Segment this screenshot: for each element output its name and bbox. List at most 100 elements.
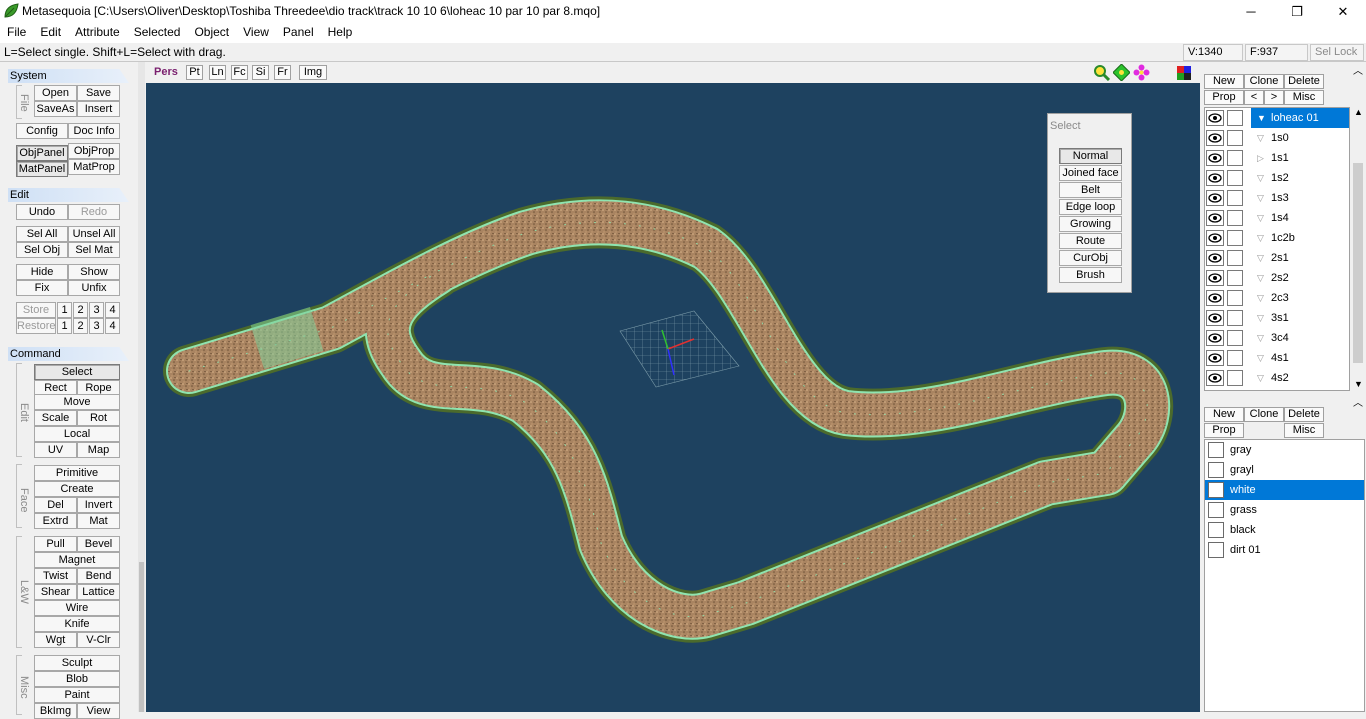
lock-toggle[interactable] xyxy=(1227,250,1243,266)
lock-toggle[interactable] xyxy=(1227,190,1243,206)
material-row[interactable]: dirt 01 xyxy=(1205,540,1364,560)
eye-icon[interactable] xyxy=(1206,330,1224,346)
uv-button[interactable]: UV xyxy=(34,442,77,458)
eye-icon[interactable] xyxy=(1206,170,1224,186)
zoom-icon[interactable] xyxy=(1093,64,1111,84)
primitive-button[interactable]: Primitive xyxy=(34,465,120,481)
eye-icon[interactable] xyxy=(1206,310,1224,326)
store-slot-3[interactable]: 3 xyxy=(89,302,104,318)
blob-button[interactable]: Blob xyxy=(34,671,120,687)
object-row[interactable]: ▽ 1s0 xyxy=(1205,128,1349,148)
fix-button[interactable]: Fix xyxy=(16,280,68,296)
material-row[interactable]: grayl xyxy=(1205,460,1364,480)
bend-button[interactable]: Bend xyxy=(77,568,120,584)
material-row[interactable]: gray xyxy=(1205,440,1364,460)
lock-toggle[interactable] xyxy=(1227,290,1243,306)
wire-button[interactable]: Wire xyxy=(34,600,120,616)
3d-viewport[interactable] xyxy=(146,83,1200,712)
object-row[interactable]: ▽ 2c3 xyxy=(1205,288,1349,308)
material-misc-button[interactable]: Misc xyxy=(1284,423,1324,438)
select-joined-face-button[interactable]: Joined face xyxy=(1059,165,1122,181)
toggle-faces-button[interactable]: Fc xyxy=(231,65,248,80)
race-track-mesh[interactable] xyxy=(163,196,1174,643)
object-row[interactable]: ▽ 1s3 xyxy=(1205,188,1349,208)
triangle-down-outline-icon[interactable]: ▽ xyxy=(1257,128,1264,148)
local-button[interactable]: Local xyxy=(34,426,120,442)
toggle-silhouette-button[interactable]: Si xyxy=(252,65,269,80)
close-button[interactable]: ✕ xyxy=(1320,0,1366,23)
select-belt-button[interactable]: Belt xyxy=(1059,182,1122,198)
triangle-down-icon[interactable]: ▼ xyxy=(1257,108,1266,128)
invert-button[interactable]: Invert xyxy=(77,497,120,513)
objpanel-button[interactable]: ObjPanel xyxy=(16,145,68,161)
hide-button[interactable]: Hide xyxy=(16,264,68,280)
objprop-button[interactable]: ObjProp xyxy=(68,143,120,159)
rotate-view-icon[interactable] xyxy=(1133,64,1150,84)
triangle-down-outline-icon[interactable]: ▽ xyxy=(1257,288,1264,308)
material-row[interactable]: white xyxy=(1205,480,1364,500)
menu-attribute[interactable]: Attribute xyxy=(68,23,127,39)
eye-icon[interactable] xyxy=(1206,370,1224,386)
triangle-down-outline-icon[interactable]: ▽ xyxy=(1257,308,1264,328)
shear-button[interactable]: Shear xyxy=(34,584,77,600)
toggle-lines-button[interactable]: Ln xyxy=(209,65,226,80)
lock-toggle[interactable] xyxy=(1227,130,1243,146)
scale-button[interactable]: Scale xyxy=(34,410,77,426)
knife-button[interactable]: Knife xyxy=(34,616,120,632)
select-normal-button[interactable]: Normal xyxy=(1059,148,1122,164)
object-row[interactable]: ▽ 4s1 xyxy=(1205,348,1349,368)
store-slot-1[interactable]: 1 xyxy=(57,302,72,318)
perspective-label[interactable]: Pers xyxy=(154,66,178,78)
color-settings-icon[interactable] xyxy=(1177,66,1191,83)
menu-selected[interactable]: Selected xyxy=(127,23,188,39)
eye-icon[interactable] xyxy=(1206,230,1224,246)
object-row[interactable]: ▽ 1c2b xyxy=(1205,228,1349,248)
triangle-down-outline-icon[interactable]: ▽ xyxy=(1257,208,1264,228)
maximize-button[interactable]: ❐ xyxy=(1274,0,1320,23)
store-slot-2[interactable]: 2 xyxy=(73,302,88,318)
new-material-button[interactable]: New xyxy=(1204,407,1244,422)
triangle-down-outline-icon[interactable]: ▽ xyxy=(1257,368,1264,388)
new-object-button[interactable]: New xyxy=(1204,74,1244,89)
menu-file[interactable]: File xyxy=(0,23,33,39)
select-all-button[interactable]: Sel All xyxy=(16,226,68,242)
store-slot-4[interactable]: 4 xyxy=(105,302,120,318)
object-row[interactable]: ▽ 4s2 xyxy=(1205,368,1349,388)
lock-toggle[interactable] xyxy=(1227,210,1243,226)
vertex-color-button[interactable]: V-Clr xyxy=(77,632,120,648)
magnet-button[interactable]: Magnet xyxy=(34,552,120,568)
select-curobj-button[interactable]: CurObj xyxy=(1059,250,1122,266)
object-row[interactable]: ▷ 1s1 xyxy=(1205,148,1349,168)
menu-edit[interactable]: Edit xyxy=(33,23,68,39)
select-route-button[interactable]: Route xyxy=(1059,233,1122,249)
restore-button[interactable]: Restore xyxy=(16,318,56,334)
bevel-button[interactable]: Bevel xyxy=(77,536,120,552)
delete-material-button[interactable]: Delete xyxy=(1284,407,1324,422)
triangle-down-outline-icon[interactable]: ▽ xyxy=(1257,228,1264,248)
triangle-right-outline-icon[interactable]: ▷ xyxy=(1257,148,1264,168)
triangle-down-outline-icon[interactable]: ▽ xyxy=(1257,168,1264,188)
scroll-down-icon[interactable]: ▼ xyxy=(1354,379,1363,389)
redo-button[interactable]: Redo xyxy=(68,204,120,220)
eye-icon[interactable] xyxy=(1206,350,1224,366)
material-button[interactable]: Mat xyxy=(77,513,120,529)
eye-icon[interactable] xyxy=(1206,290,1224,306)
lock-toggle[interactable] xyxy=(1227,310,1243,326)
triangle-down-outline-icon[interactable]: ▽ xyxy=(1257,188,1264,208)
scrollbar-thumb[interactable] xyxy=(139,562,144,712)
eye-icon[interactable] xyxy=(1206,150,1224,166)
menu-help[interactable]: Help xyxy=(321,23,360,39)
lock-toggle[interactable] xyxy=(1227,350,1243,366)
restore-slot-1[interactable]: 1 xyxy=(57,318,72,334)
restore-slot-4[interactable]: 4 xyxy=(105,318,120,334)
view-button[interactable]: View xyxy=(77,703,120,719)
object-row[interactable]: ▽ 1s2 xyxy=(1205,168,1349,188)
object-row[interactable]: ▽ 3s1 xyxy=(1205,308,1349,328)
map-button[interactable]: Map xyxy=(77,442,120,458)
docinfo-button[interactable]: Doc Info xyxy=(68,123,120,139)
select-object-button[interactable]: Sel Obj xyxy=(16,242,68,258)
object-row[interactable]: ▼ loheac 01 xyxy=(1205,108,1349,128)
eye-icon[interactable] xyxy=(1206,130,1224,146)
unfix-button[interactable]: Unfix xyxy=(68,280,120,296)
select-growing-button[interactable]: Growing xyxy=(1059,216,1122,232)
